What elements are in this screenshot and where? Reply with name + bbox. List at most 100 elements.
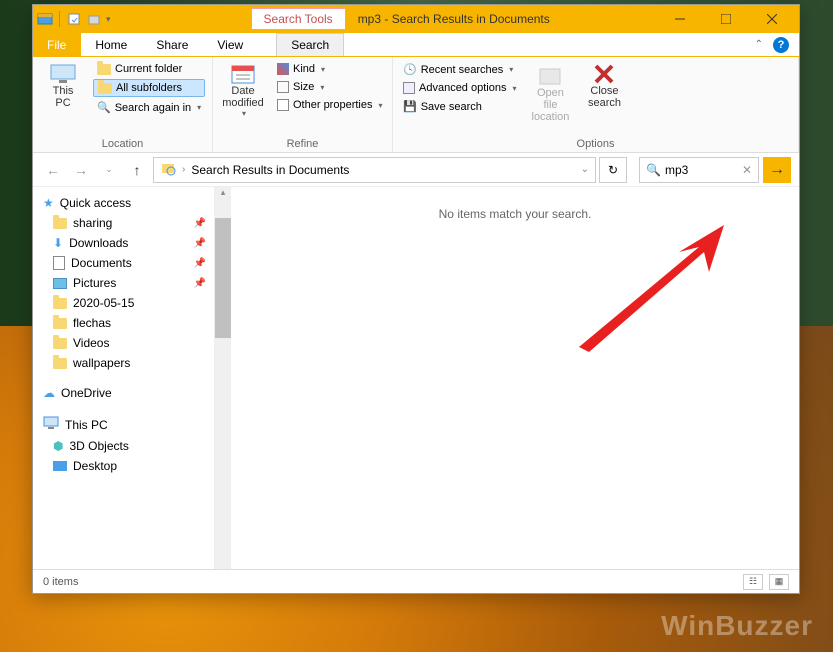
body-area: ★ Quick access sharing📌 ⬇Downloads📌 Docu… — [33, 187, 799, 569]
scroll-up-icon[interactable]: ▴ — [215, 187, 231, 198]
explorer-window: ▾ Search Tools mp3 - Search Results in D… — [32, 4, 800, 594]
chevron-right-icon[interactable]: › — [182, 164, 185, 175]
back-button[interactable]: ← — [41, 158, 65, 182]
cube-icon: ⬢ — [53, 439, 63, 453]
status-bar: 0 items ☷ ▦ — [33, 569, 799, 593]
tab-file[interactable]: File — [33, 33, 81, 56]
kind-icon — [277, 63, 289, 75]
item-count: 0 items — [43, 576, 78, 588]
document-icon — [53, 256, 65, 270]
navigation-sidebar: ★ Quick access sharing📌 ⬇Downloads📌 Docu… — [33, 187, 215, 569]
tab-share[interactable]: Share — [142, 33, 203, 56]
sidebar-item-desktop[interactable]: Desktop — [33, 456, 214, 476]
search-tools-contextual-tab[interactable]: Search Tools — [251, 8, 346, 30]
refresh-icon: ↻ — [608, 163, 618, 177]
sidebar-scrollbar[interactable]: ▴ — [215, 187, 231, 569]
open-file-location-button: Open file location — [526, 61, 574, 125]
search-go-button[interactable]: → — [763, 157, 791, 183]
pin-icon: 📌 — [194, 238, 206, 249]
explorer-icon — [37, 11, 53, 27]
sidebar-item-videos[interactable]: Videos — [33, 333, 214, 353]
recent-searches-button[interactable]: 🕓Recent searches — [399, 61, 520, 78]
advanced-options-button[interactable]: Advanced options — [399, 80, 520, 96]
tab-search[interactable]: Search — [276, 33, 344, 56]
results-pane: No items match your search. — [231, 187, 799, 569]
address-bar[interactable]: › Search Results in Documents ⌄ — [153, 157, 596, 183]
titlebar: ▾ Search Tools mp3 - Search Results in D… — [33, 5, 799, 33]
maximize-button[interactable] — [703, 5, 749, 33]
clear-search-icon[interactable]: ✕ — [742, 163, 752, 177]
all-subfolders-button[interactable]: All subfolders — [93, 79, 205, 97]
save-search-button[interactable]: 💾Save search — [399, 98, 520, 115]
qat-dropdown-icon[interactable]: ▾ — [106, 14, 111, 25]
folder-icon — [53, 358, 67, 369]
details-view-button[interactable]: ☷ — [743, 574, 763, 590]
sidebar-this-pc[interactable]: This PC — [33, 413, 214, 436]
sidebar-item-3d-objects[interactable]: ⬢3D Objects — [33, 436, 214, 456]
history-dropdown-icon[interactable]: ⌄ — [97, 158, 121, 182]
tab-home[interactable]: Home — [81, 33, 142, 56]
sidebar-item-sharing[interactable]: sharing📌 — [33, 213, 214, 233]
refresh-button[interactable]: ↻ — [599, 157, 627, 183]
close-x-icon — [593, 63, 615, 85]
pc-icon — [43, 416, 59, 433]
tab-view[interactable]: View — [203, 33, 258, 56]
this-pc-button[interactable]: This PC — [39, 61, 87, 111]
breadcrumb-text[interactable]: Search Results in Documents — [191, 163, 349, 177]
computer-icon — [49, 63, 77, 85]
sidebar-item-pictures[interactable]: Pictures📌 — [33, 273, 214, 293]
sidebar-item-downloads[interactable]: ⬇Downloads📌 — [33, 233, 214, 253]
address-dropdown-icon[interactable]: ⌄ — [581, 164, 589, 175]
folder-icon — [53, 298, 67, 309]
search-ribbon: This PC Current folder All subfolders 🔍S… — [33, 57, 799, 153]
sidebar-quick-access[interactable]: ★ Quick access — [33, 193, 214, 213]
folder-icon — [53, 338, 67, 349]
grid-icon: ▦ — [775, 576, 784, 587]
collapse-ribbon-icon[interactable]: ⌃ — [755, 39, 763, 50]
pin-icon: 📌 — [194, 258, 206, 269]
ribbon-group-label: Refine — [219, 136, 386, 152]
empty-message: No items match your search. — [439, 207, 592, 221]
list-icon: ☷ — [749, 576, 757, 587]
date-modified-button[interactable]: Date modified — [219, 61, 267, 120]
close-button[interactable] — [749, 5, 795, 33]
search-icon: 🔍 — [97, 101, 111, 114]
sidebar-item-flechas[interactable]: flechas — [33, 313, 214, 333]
star-icon: ★ — [43, 196, 54, 210]
qat-newfolder-icon[interactable] — [86, 11, 102, 27]
up-button[interactable]: ↑ — [125, 158, 149, 182]
sidebar-item-date[interactable]: 2020-05-15 — [33, 293, 214, 313]
qat-properties-icon[interactable] — [66, 11, 82, 27]
icons-view-button[interactable]: ▦ — [769, 574, 789, 590]
options-icon — [403, 82, 415, 94]
search-location-icon — [160, 160, 176, 179]
folder-icon — [53, 318, 67, 329]
pin-icon: 📌 — [194, 278, 206, 289]
folder-icon — [98, 83, 112, 94]
properties-icon — [277, 99, 289, 111]
sidebar-item-wallpapers[interactable]: wallpapers — [33, 353, 214, 373]
calendar-icon — [230, 63, 256, 85]
help-icon[interactable]: ? — [773, 37, 789, 53]
search-box[interactable]: 🔍 ✕ — [639, 157, 759, 183]
ribbon-group-label: Options — [399, 136, 792, 152]
forward-button: → — [69, 158, 93, 182]
annotation-arrow — [559, 217, 739, 357]
search-again-button[interactable]: 🔍Search again in — [93, 99, 205, 116]
kind-button[interactable]: Kind — [273, 61, 387, 77]
ribbon-tab-row: File Home Share View Search ⌃ ? — [33, 33, 799, 57]
search-input[interactable] — [665, 163, 725, 177]
ribbon-group-label: Location — [39, 136, 206, 152]
scroll-thumb[interactable] — [215, 218, 231, 338]
sidebar-item-documents[interactable]: Documents📌 — [33, 253, 214, 273]
arrow-right-icon: → — [769, 161, 785, 179]
sidebar-onedrive[interactable]: ☁OneDrive — [33, 383, 214, 403]
pin-icon: 📌 — [194, 218, 206, 229]
navigation-bar: ← → ⌄ ↑ › Search Results in Documents ⌄ … — [33, 153, 799, 187]
watermark: WinBuzzer — [661, 610, 813, 642]
other-properties-button[interactable]: Other properties — [273, 97, 387, 113]
size-button[interactable]: Size — [273, 79, 387, 95]
close-search-button[interactable]: Close search — [580, 61, 628, 111]
current-folder-button[interactable]: Current folder — [93, 61, 205, 77]
minimize-button[interactable] — [657, 5, 703, 33]
